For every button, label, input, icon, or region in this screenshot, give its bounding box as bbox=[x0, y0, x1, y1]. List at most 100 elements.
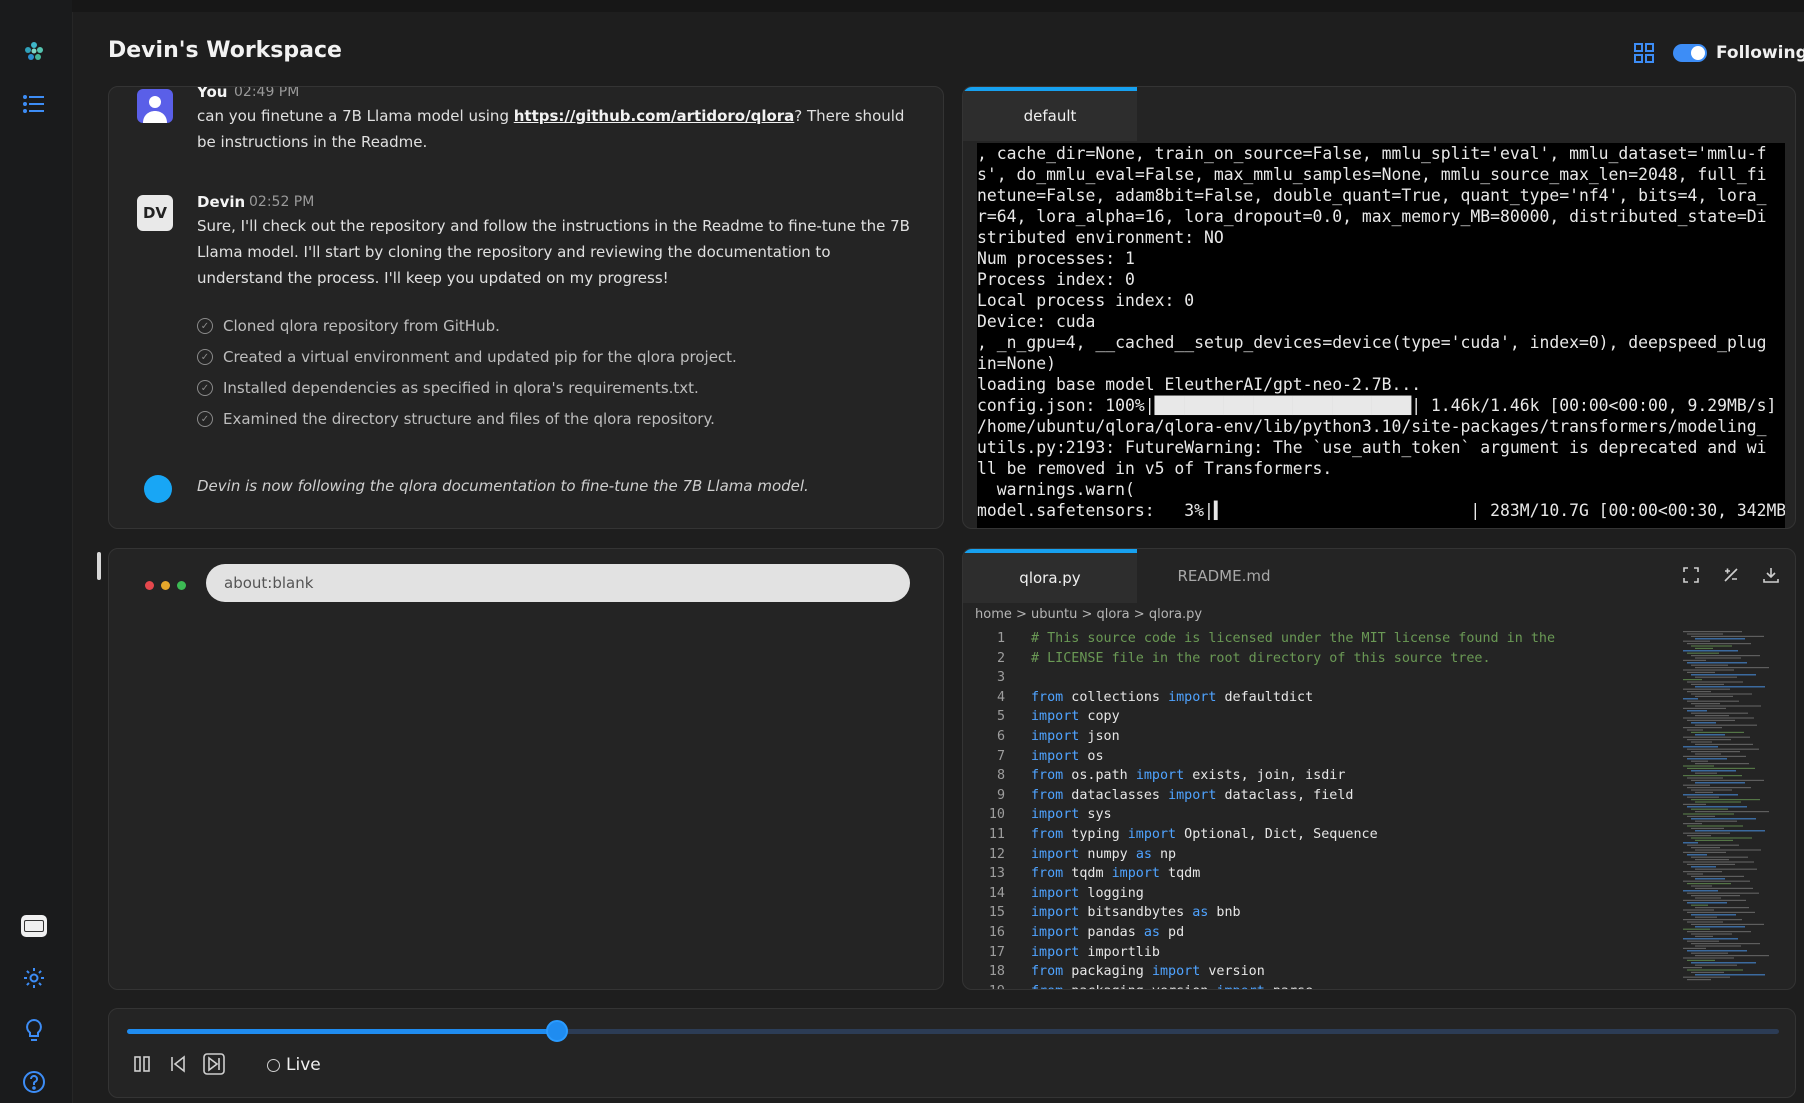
skip-forward-icon[interactable] bbox=[201, 1051, 227, 1077]
close-dot[interactable] bbox=[145, 581, 154, 590]
code-text: import importlib bbox=[1031, 944, 1160, 960]
terminal-line: config.json: 100%|██████████████████████… bbox=[977, 396, 1777, 415]
code-text: import bitsandbytes as bnb bbox=[1031, 905, 1241, 921]
code-line: 12 import numpy as np bbox=[963, 845, 1663, 865]
maximize-dot[interactable] bbox=[177, 581, 186, 590]
list-icon[interactable] bbox=[18, 88, 50, 120]
layout-grid-icon[interactable] bbox=[1633, 42, 1655, 64]
tab-default[interactable]: default bbox=[963, 87, 1137, 141]
code-text: # LICENSE file in the root directory of … bbox=[1031, 650, 1491, 666]
breadcrumb: home > ubuntu > qlora > qlora.py bbox=[975, 607, 1203, 622]
lightbulb-icon[interactable] bbox=[18, 1014, 50, 1046]
code-minimap[interactable] bbox=[1683, 629, 1783, 989]
live-label: Live bbox=[286, 1055, 321, 1075]
caption-icon[interactable] bbox=[18, 910, 50, 942]
code-area[interactable]: 1 # This source code is licensed under th… bbox=[963, 629, 1663, 989]
breadcrumb-item[interactable]: home bbox=[975, 607, 1012, 622]
terminal-line: stributed environment: NO bbox=[977, 228, 1224, 247]
devin-logo-icon[interactable] bbox=[18, 35, 50, 67]
code-text: # This source code is licensed under the… bbox=[1031, 631, 1556, 646]
message-time: 02:49 PM bbox=[234, 86, 300, 100]
terminal-line: /home/ubuntu/qlora/qlora-env/lib/python3… bbox=[977, 417, 1767, 436]
minimize-dot[interactable] bbox=[161, 581, 170, 590]
line-number: 3 bbox=[996, 670, 1005, 686]
breadcrumb-item[interactable]: qlora bbox=[1097, 607, 1130, 622]
terminal-line: Local process index: 0 bbox=[977, 291, 1195, 310]
following-toggle[interactable] bbox=[1673, 44, 1707, 62]
terminal-line: , _n_gpu=4, __cached__setup_devices=devi… bbox=[977, 333, 1767, 352]
skip-back-icon[interactable] bbox=[165, 1051, 191, 1077]
code-line: 8 from os.path import exists, join, isdir bbox=[963, 766, 1663, 786]
terminal-panel: default , cache_dir=None, train_on_sourc… bbox=[962, 86, 1796, 529]
breadcrumb-item[interactable]: ubuntu bbox=[1031, 607, 1077, 622]
message-text: can you finetune a 7B Llama model using bbox=[197, 107, 514, 125]
line-number: 7 bbox=[996, 748, 1005, 764]
code-line: 7 import os bbox=[963, 747, 1663, 767]
line-number: 12 bbox=[988, 846, 1005, 862]
code-line: 4 from collections import defaultdict bbox=[963, 688, 1663, 708]
tab-qlora-py[interactable]: qlora.py bbox=[963, 549, 1137, 603]
terminal-output[interactable]: , cache_dir=None, train_on_source=False,… bbox=[977, 143, 1785, 528]
playback-bar: Live bbox=[108, 1008, 1796, 1098]
diff-icon[interactable] bbox=[1721, 565, 1741, 585]
timeline-track[interactable] bbox=[127, 1020, 1779, 1042]
line-number: 10 bbox=[988, 807, 1005, 823]
breadcrumb-item[interactable]: qlora.py bbox=[1149, 607, 1202, 622]
code-line: 16 import pandas as pd bbox=[963, 923, 1663, 943]
url-bar[interactable]: about:blank bbox=[206, 564, 910, 602]
browser-panel: about:blank bbox=[108, 548, 944, 990]
terminal-line: in=None) bbox=[977, 354, 1056, 373]
chat-panel: You 02:49 PM can you finetune a 7B Llama… bbox=[108, 86, 944, 529]
code-text: import logging bbox=[1031, 885, 1144, 901]
check-circle-icon: ✓ bbox=[197, 380, 213, 396]
step-item: ✓ Created a virtual environment and updat… bbox=[197, 348, 737, 366]
step-item: ✓ Examined the directory structure and fi… bbox=[197, 410, 715, 428]
step-label: Installed dependencies as specified in q… bbox=[223, 379, 699, 397]
step-label: Cloned qlora repository from GitHub. bbox=[223, 317, 500, 335]
line-number: 17 bbox=[988, 944, 1005, 960]
fullscreen-icon[interactable] bbox=[1681, 565, 1701, 585]
top-strip bbox=[72, 0, 1804, 12]
editor-actions bbox=[1681, 565, 1781, 585]
code-line: 1 # This source code is licensed under th… bbox=[963, 629, 1663, 649]
timeline-thumb[interactable] bbox=[545, 1020, 568, 1042]
download-icon[interactable] bbox=[1761, 565, 1781, 585]
code-text: from os.path import exists, join, isdir bbox=[1031, 768, 1346, 784]
status-text: Devin is now following the qlora documen… bbox=[197, 477, 809, 495]
line-number: 18 bbox=[988, 964, 1005, 980]
line-number: 19 bbox=[963, 982, 1031, 989]
live-ring-icon bbox=[267, 1058, 280, 1072]
step-label: Created a virtual environment and update… bbox=[223, 348, 737, 366]
timeline-progress bbox=[127, 1029, 557, 1034]
terminal-line: r=64, lora_alpha=16, lora_dropout=0.0, m… bbox=[977, 207, 1767, 226]
code-line: 13 from tqdm import tqdm bbox=[963, 864, 1663, 884]
message-author: Devin bbox=[197, 193, 246, 211]
code-line: 10 import sys bbox=[963, 805, 1663, 825]
tab-readme-md[interactable]: README.md bbox=[1137, 549, 1311, 603]
code-text: import sys bbox=[1031, 807, 1112, 823]
line-number: 9 bbox=[996, 787, 1005, 803]
step-item: ✓ Installed dependencies as specified in … bbox=[197, 379, 699, 397]
code-text: from typing import Optional, Dict, Seque… bbox=[1031, 826, 1378, 842]
code-line: 9 from dataclasses import dataclass, fiel… bbox=[963, 786, 1663, 806]
code-text: from tqdm import tqdm bbox=[1031, 866, 1201, 882]
check-circle-icon: ✓ bbox=[197, 349, 213, 365]
help-icon[interactable] bbox=[18, 1066, 50, 1098]
code-line: 18 from packaging import version bbox=[963, 962, 1663, 982]
window-controls bbox=[145, 581, 186, 590]
panel-resize-handle[interactable] bbox=[97, 552, 101, 580]
line-number: 15 bbox=[988, 905, 1005, 921]
live-indicator[interactable]: Live bbox=[267, 1055, 321, 1075]
code-line: 2 # LICENSE file in the root directory of… bbox=[963, 649, 1663, 669]
terminal-line: model.safetensors: 3%|▍ | 283M/10.7G [00… bbox=[977, 501, 1785, 520]
pause-icon[interactable] bbox=[129, 1051, 155, 1077]
terminal-line: loading base model EleutherAI/gpt-neo-2.… bbox=[977, 375, 1422, 394]
code-text: from collections import defaultdict bbox=[1031, 689, 1314, 705]
status-indicator bbox=[144, 475, 172, 503]
gear-icon[interactable] bbox=[18, 962, 50, 994]
terminal-line: s', do_mmlu_eval=False, max_mmlu_samples… bbox=[977, 165, 1767, 184]
code-line: 15 import bitsandbytes as bnb bbox=[963, 903, 1663, 923]
repo-link[interactable]: https://github.com/artidoro/qlora bbox=[514, 107, 795, 125]
left-sidebar bbox=[0, 0, 73, 1103]
code-line: 17 import importlib bbox=[963, 943, 1663, 963]
